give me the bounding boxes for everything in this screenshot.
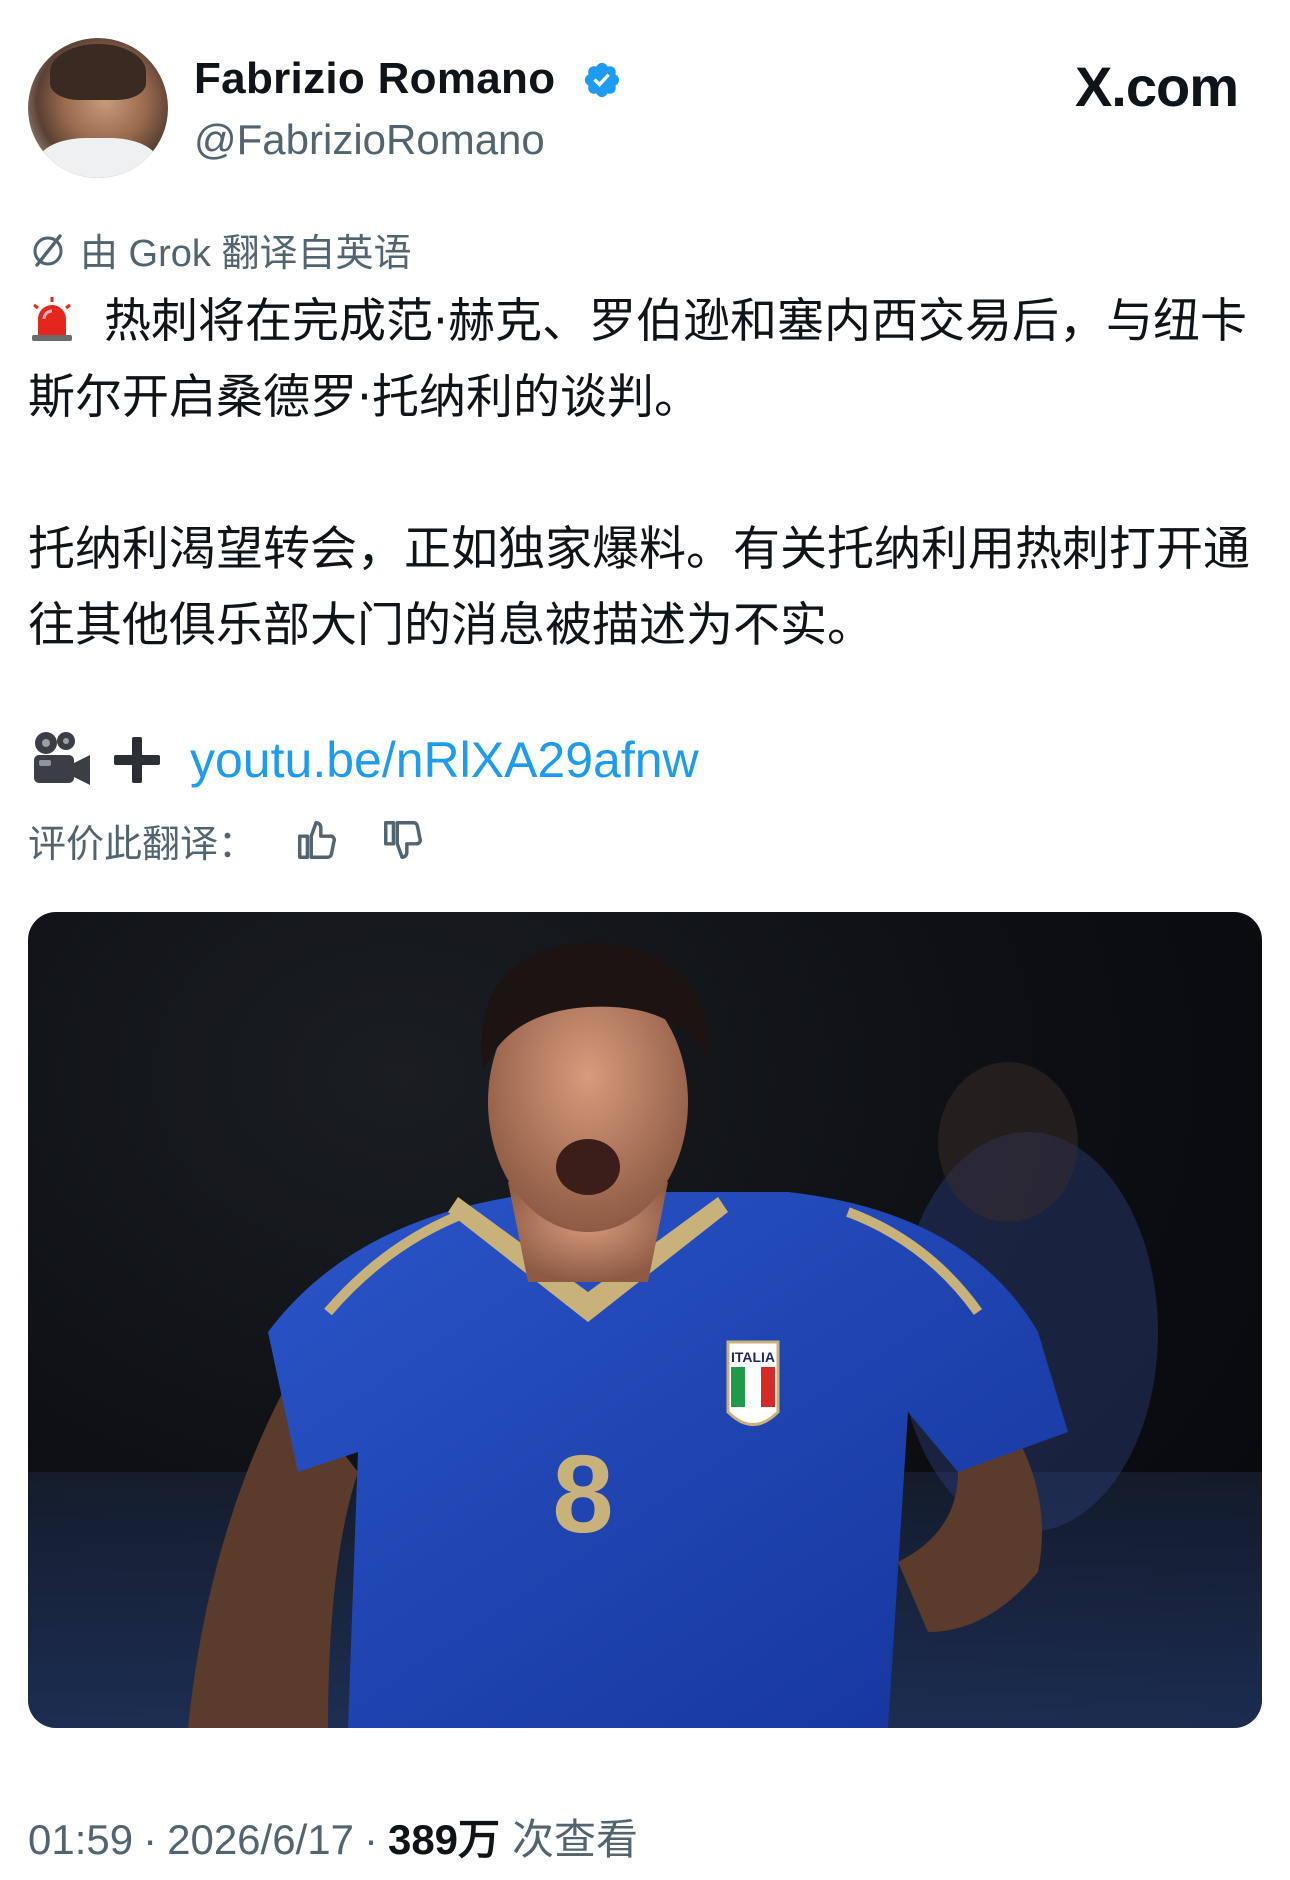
jersey-crest-text: ITALIA — [731, 1349, 775, 1365]
tweet-date[interactable]: 2026/6/17 — [167, 1816, 354, 1864]
jersey-number: 8 — [552, 1433, 613, 1556]
tweet-paragraph-1-text: 热刺将在完成范·赫克、罗伯逊和塞内西交易后，与纽卡斯尔开启桑德罗·托纳利的谈判。 — [28, 294, 1247, 425]
meta-separator: · — [143, 1816, 158, 1863]
tweet-text: 热刺将在完成范·赫克、罗伯逊和塞内西交易后，与纽卡斯尔开启桑德罗·托纳利的谈判。… — [28, 284, 1258, 664]
translation-label: 由 Grok 翻译自英语 — [80, 233, 412, 275]
tweet-header: Fabrizio Romano @FabrizioRomano X.com — [0, 0, 1290, 200]
author-handle[interactable]: @FabrizioRomano — [194, 116, 545, 164]
tweet-meta: 01:59 · 2026/6/17 · 389万 次查看 — [28, 1806, 638, 1867]
siren-icon — [32, 297, 72, 341]
tweet-paragraph-2: 托纳利渴望转会，正如独家爆料。有关托纳利用热刺打开通往其他俱乐部大门的消息被描述… — [28, 522, 1250, 653]
avatar-hair — [50, 44, 146, 100]
movie-camera-icon — [34, 732, 90, 785]
grok-icon — [33, 233, 63, 267]
thumbs-up-icon[interactable] — [294, 817, 340, 863]
views-label: 次查看 — [512, 1816, 639, 1863]
author-display-name[interactable]: Fabrizio Romano — [194, 54, 555, 104]
link-row: youtu.be/nRlXA29afnw — [28, 720, 699, 800]
rate-translation-row: 评价此翻译： — [28, 810, 466, 870]
x-com-logo: X.com — [1074, 55, 1239, 118]
avatar[interactable] — [28, 38, 168, 178]
thumbs-down-icon[interactable] — [380, 817, 426, 863]
tweet-time[interactable]: 01:59 — [28, 1816, 133, 1864]
tweet-media-photo[interactable]: ITALIA 8 — [28, 912, 1262, 1728]
tweet-paragraph-1: 热刺将在完成范·赫克、罗伯逊和塞内西交易后，与纽卡斯尔开启桑德罗·托纳利的谈判。 — [28, 284, 1258, 436]
views-count[interactable]: 389万 — [388, 1806, 500, 1867]
translation-notice: 由 Grok 翻译自英语 — [28, 222, 411, 277]
plus-icon — [114, 737, 160, 783]
meta-separator: · — [363, 1816, 378, 1863]
youtube-link[interactable]: youtu.be/nRlXA29afnw — [190, 731, 699, 789]
rate-translation-label: 评价此翻译： — [28, 823, 257, 866]
footballer-photo: ITALIA 8 — [28, 942, 1262, 1728]
verified-badge-icon — [584, 62, 620, 98]
avatar-shirt — [38, 138, 158, 178]
